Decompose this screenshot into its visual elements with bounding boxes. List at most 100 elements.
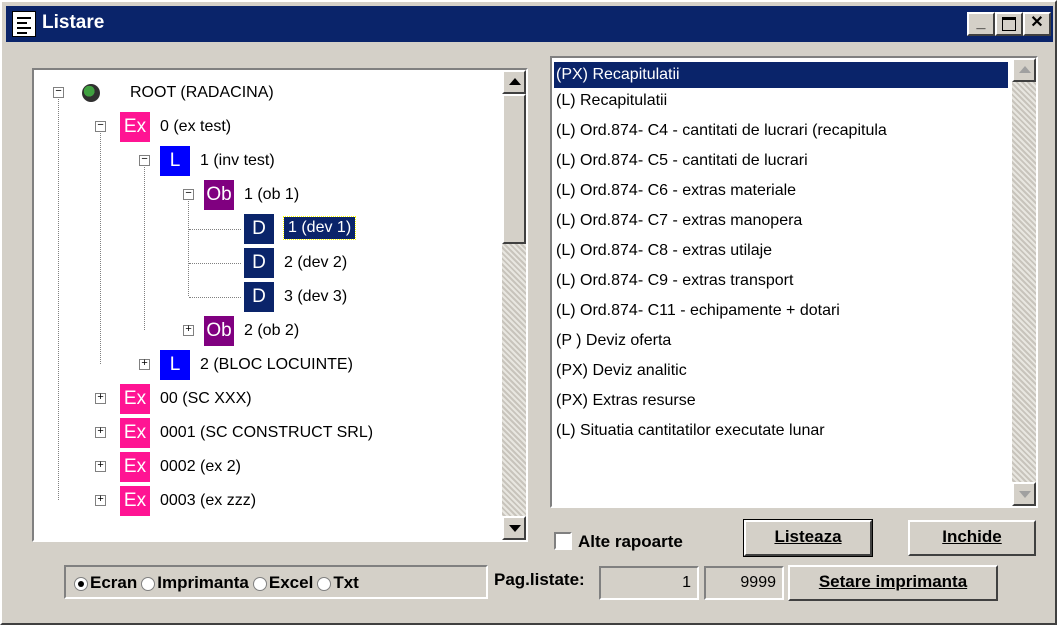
tree-node-label[interactable]: 1 (ob 1) (244, 186, 299, 204)
tree-connector (100, 126, 101, 364)
expand-icon[interactable]: + (95, 461, 106, 472)
radio-icon (317, 576, 332, 591)
expand-icon[interactable]: + (95, 393, 106, 404)
arrow-up-icon (509, 78, 521, 85)
radio-label: Excel (268, 573, 314, 592)
scroll-down-button[interactable] (502, 516, 526, 540)
globe-icon (82, 84, 100, 102)
maximize-icon (1002, 17, 1016, 31)
radio-label: Txt (333, 573, 359, 592)
report-item[interactable]: (L) Ord.874- C11 - echipamente + dotari (556, 302, 840, 320)
scroll-up-button[interactable] (1012, 58, 1036, 82)
tree-view[interactable]: − ROOT (RADACINA) − Ex 0 (ex test) − L 1 (inv t… (32, 68, 528, 542)
output-radio-excel[interactable]: Excel (252, 573, 314, 592)
tree-node-label[interactable]: 00 (SC XXX) (160, 390, 252, 408)
collapse-icon[interactable]: − (53, 87, 64, 98)
setare-imprimanta-label: Setare imprimanta (818, 572, 968, 591)
window-title: Listare (42, 12, 105, 33)
arrow-down-icon (1019, 491, 1031, 498)
node-type-badge: Ob (204, 316, 234, 346)
report-scrollbar[interactable] (1012, 58, 1036, 506)
tree-node-label[interactable]: 2 (BLOC LOCUINTE) (200, 356, 353, 374)
expand-icon[interactable]: + (183, 325, 194, 336)
tree-node-label[interactable]: 2 (ob 2) (244, 322, 299, 340)
expand-icon[interactable]: + (95, 427, 106, 438)
tree-node-label[interactable]: 1 (dev 1) (282, 216, 357, 240)
collapse-icon[interactable]: − (139, 155, 150, 166)
tree-connector (58, 92, 59, 500)
close-icon: ✕ (1030, 14, 1044, 31)
tree-node-label[interactable]: 0001 (SC CONSTRUCT SRL) (160, 424, 373, 442)
listeaza-label: Listeaza (774, 527, 842, 546)
arrow-up-icon (1019, 66, 1031, 73)
output-radio-txt[interactable]: Txt (317, 573, 359, 592)
radio-icon (74, 576, 88, 591)
minimize-button[interactable]: _ (967, 12, 995, 36)
tree-connector (144, 160, 145, 330)
tree-node-label[interactable]: 0003 (ex zzz) (160, 492, 256, 510)
alte-rapoarte-label[interactable]: Alte rapoarte (578, 532, 683, 552)
report-item[interactable]: (L) Ord.874- C6 - extras materiale (556, 182, 796, 200)
report-item[interactable]: (PX) Deviz analitic (556, 362, 687, 380)
output-radio-ecran[interactable]: Ecran (74, 573, 137, 592)
node-type-badge: Ex (120, 112, 150, 142)
listeaza-button[interactable]: Listeaza (743, 519, 873, 557)
report-item[interactable]: (L) Ord.874- C5 - cantitati de lucrari (556, 152, 808, 170)
report-item[interactable]: (L) Ord.874- C7 - extras manopera (556, 212, 802, 230)
maximize-button[interactable] (995, 12, 1023, 36)
page-from-field[interactable]: 1 (599, 566, 699, 600)
document-icon (12, 11, 36, 37)
arrow-down-icon (509, 525, 521, 532)
report-item[interactable]: (PX) Extras resurse (556, 392, 696, 410)
tree-node-label[interactable]: 2 (dev 2) (284, 254, 347, 272)
node-type-badge: D (244, 248, 274, 278)
tree-connector (189, 229, 241, 230)
report-item[interactable]: (L) Ord.874- C4 - cantitati de lucrari (… (556, 122, 887, 140)
tree-node-label[interactable]: 0002 (ex 2) (160, 458, 241, 476)
setare-imprimanta-button[interactable]: Setare imprimanta (788, 565, 998, 601)
node-type-badge: D (244, 282, 274, 312)
alte-rapoarte-checkbox[interactable] (554, 532, 572, 550)
minimize-icon: _ (976, 14, 986, 31)
output-radio-imprimanta[interactable]: Imprimanta (141, 573, 249, 592)
scroll-up-button[interactable] (502, 70, 526, 94)
tree-connector (189, 297, 241, 298)
expand-icon[interactable]: + (95, 495, 106, 506)
node-type-badge: D (244, 214, 274, 244)
node-type-badge: L (160, 350, 190, 380)
report-item[interactable]: (L) Recapitulatii (556, 92, 667, 110)
radio-label: Ecran (90, 573, 138, 592)
radio-icon (141, 576, 156, 591)
page-to-field[interactable]: 9999 (704, 566, 784, 600)
report-list[interactable]: (PX) Recapitulatii (L) Recapitulatii (L) O… (550, 56, 1038, 508)
inchide-button[interactable]: Inchide (908, 520, 1036, 556)
pag-listate-label: Pag.listate: (494, 570, 585, 589)
node-type-badge: Ex (120, 452, 150, 482)
title-bar[interactable]: Listare _ ✕ (6, 6, 1053, 42)
tree-node-label[interactable]: 0 (ex test) (160, 118, 231, 136)
report-item[interactable]: (L) Ord.874- C8 - extras utilaje (556, 242, 772, 260)
report-item[interactable]: (L) Ord.874- C9 - extras transport (556, 272, 793, 290)
tree-node-label[interactable]: 1 (inv test) (200, 152, 275, 170)
close-button[interactable]: ✕ (1023, 12, 1051, 36)
report-item[interactable]: (L) Situatia cantitatilor executate luna… (556, 422, 825, 440)
tree-connector (189, 263, 241, 264)
tree-scrollbar[interactable] (502, 70, 526, 540)
output-options: Ecran Imprimanta Excel Txt (74, 573, 363, 593)
node-type-badge: Ex (120, 486, 150, 516)
radio-label: Imprimanta (157, 573, 249, 592)
collapse-icon[interactable]: − (183, 189, 194, 200)
node-type-badge: Ob (204, 180, 234, 210)
tree-node-label[interactable]: 3 (dev 3) (284, 288, 347, 306)
scroll-thumb[interactable] (502, 94, 526, 244)
expand-icon[interactable]: + (139, 359, 150, 370)
output-radio-group: Ecran Imprimanta Excel Txt (64, 565, 488, 599)
node-type-badge: Ex (120, 384, 150, 414)
scroll-down-button[interactable] (1012, 482, 1036, 506)
report-item[interactable]: (P ) Deviz oferta (556, 332, 671, 350)
node-type-badge: L (160, 146, 190, 176)
listare-window: Listare _ ✕ − ROOT (RADACINA) − Ex 0 (ex tes… (0, 0, 1057, 625)
tree-node-label[interactable]: ROOT (RADACINA) (130, 84, 274, 102)
collapse-icon[interactable]: − (95, 121, 106, 132)
report-item[interactable]: (PX) Recapitulatii (554, 62, 1008, 88)
